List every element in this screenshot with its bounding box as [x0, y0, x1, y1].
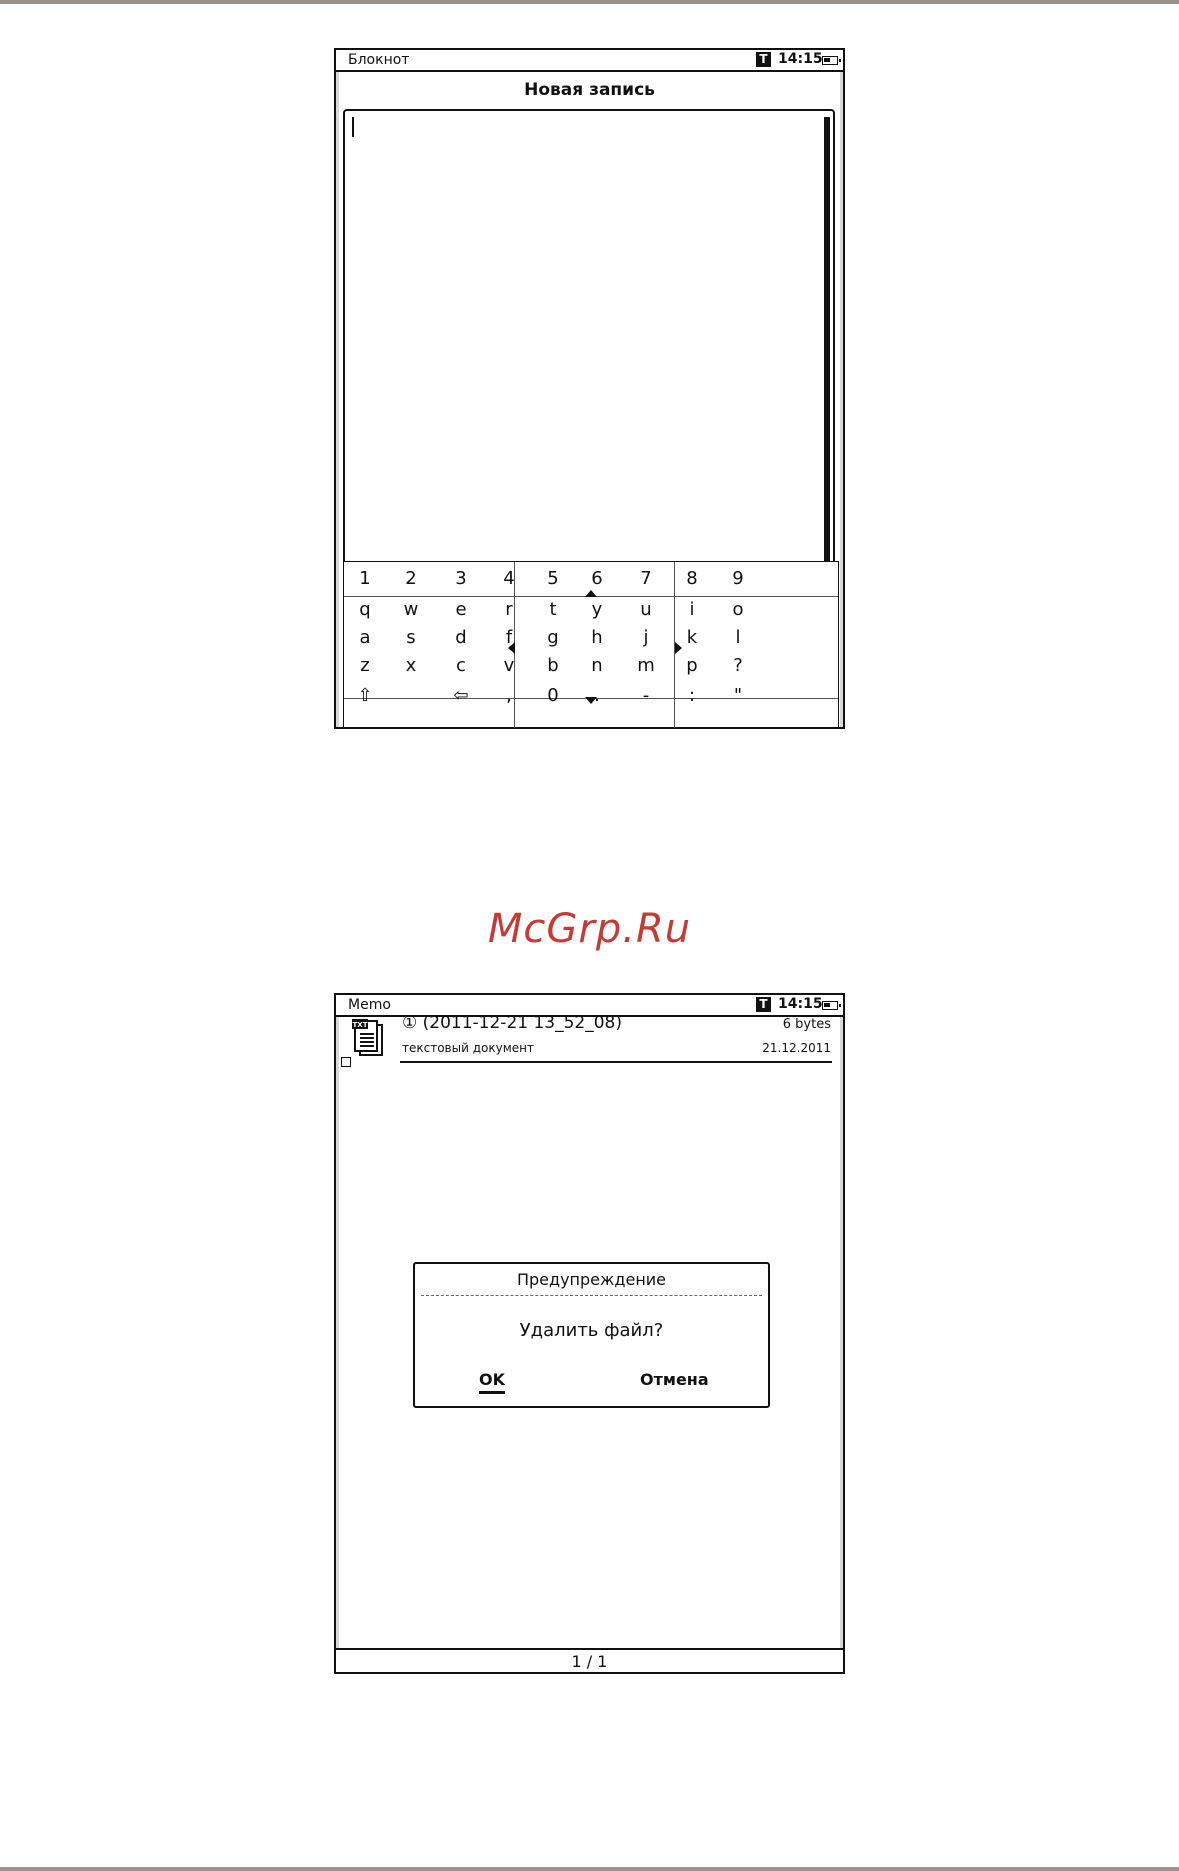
text-mode-icon: T — [756, 997, 771, 1012]
cancel-button[interactable]: Отмена — [640, 1370, 709, 1389]
app-name: Блокнот — [348, 52, 410, 68]
page-title: Новая запись — [524, 80, 655, 100]
scrollbar[interactable] — [824, 117, 830, 563]
keyboard-key[interactable]: . — [570, 679, 624, 713]
keyboard-key[interactable]: ⇧ — [338, 679, 392, 713]
bottom-edge — [0, 1867, 1179, 1871]
watermark-logo: McGrp.Ru — [487, 906, 692, 952]
dialog-message: Удалить файл? — [519, 1320, 664, 1341]
clock: 14:15 — [778, 51, 823, 67]
right-gutter — [840, 72, 843, 727]
text-document-icon: TXT — [352, 1019, 383, 1056]
right-gutter — [840, 1017, 843, 1672]
text-mode-icon: T — [756, 52, 771, 67]
app-name: Memo — [348, 997, 391, 1013]
battery-icon — [822, 56, 841, 65]
memo-text-area[interactable] — [343, 109, 835, 568]
keyboard-key[interactable]: 2 — [384, 562, 438, 596]
keyboard-key[interactable]: ⇦ — [434, 679, 488, 713]
file-date: 21.12.2011 — [762, 1041, 831, 1055]
on-screen-keyboard: 1 2 3 4 5 6 7 8 9 q w e r t y u i o a s d f g h j k l z x c v b n m p? ⇧ ⇦, 0… — [343, 561, 839, 728]
text-caret — [352, 117, 354, 137]
selected-underline — [400, 1061, 832, 1063]
dialog-separator — [421, 1295, 762, 1296]
pagination-bar: 1 / 1 — [336, 1648, 843, 1672]
file-size: 6 bytes — [782, 1017, 831, 1032]
clock: 14:15 — [778, 996, 823, 1012]
memo-screen: Memo T 14:15 TXT ① (2011-12-21 13_52_08)… — [334, 993, 845, 1674]
dialog-title: Предупреждение — [516, 1270, 667, 1289]
delete-confirm-dialog: Предупреждение Удалить файл? OK Отмена — [413, 1262, 770, 1408]
status-bar: Блокнот T 14:15 — [336, 50, 843, 72]
keyboard-key[interactable]: 3 — [434, 562, 488, 596]
keyboard-key[interactable]: c — [434, 649, 488, 683]
notepad-screen: Блокнот T 14:15 Новая запись 123456789qw… — [334, 48, 845, 729]
file-type: текстовый документ — [402, 1041, 534, 1055]
keyboard-key[interactable]: 6 — [570, 562, 624, 596]
left-gutter — [336, 1017, 339, 1672]
selection-checkbox[interactable] — [341, 1057, 351, 1067]
keyboard-key[interactable]: n — [570, 649, 624, 683]
ok-button[interactable]: OK — [479, 1370, 505, 1394]
battery-icon — [822, 1001, 841, 1010]
keyboard-key[interactable]: 9 — [711, 562, 765, 596]
top-edge — [0, 0, 1179, 4]
file-icon-label: TXT — [353, 1021, 368, 1029]
keyboard-key[interactable]: " — [711, 679, 765, 713]
keyboard-key[interactable]: ? — [711, 649, 765, 683]
file-name: ① (2011-12-21 13_52_08) — [402, 1013, 623, 1033]
page-indicator: 1 / 1 — [571, 1652, 608, 1671]
keyboard-key[interactable]: x — [384, 649, 438, 683]
